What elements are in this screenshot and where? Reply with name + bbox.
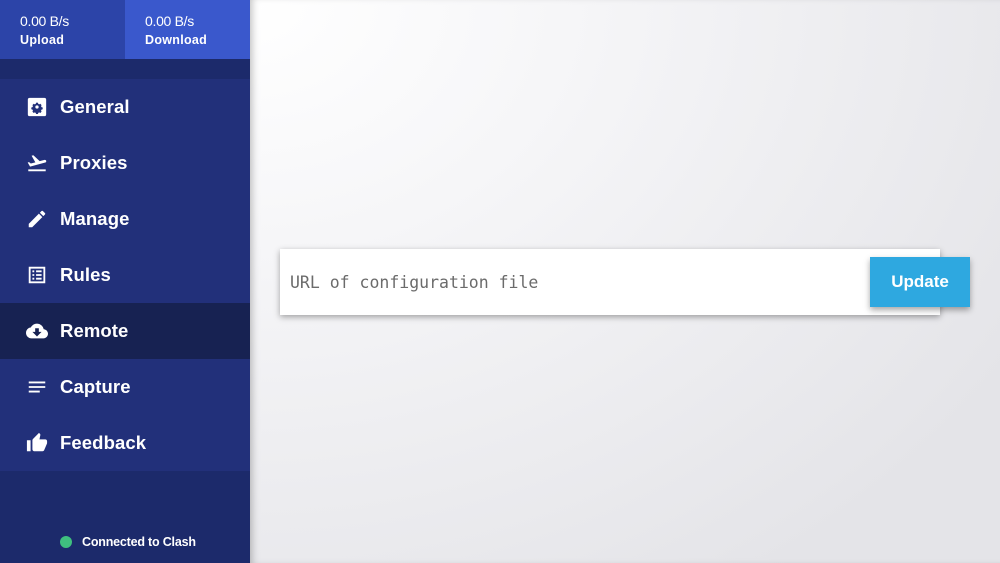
upload-stat: 0.00 B/s Upload [0,0,125,59]
download-stat: 0.00 B/s Download [125,0,250,59]
sidebar-item-label: Manage [60,208,130,229]
sidebar-item-label: Rules [60,264,111,285]
thumbs-up-icon [26,432,48,454]
download-rate: 0.00 B/s [145,13,194,29]
traffic-panel: 0.00 B/s Upload 0.00 B/s Download [0,0,250,59]
sidebar-item-remote[interactable]: Remote [0,303,250,359]
sidebar-item-label: Capture [60,376,131,397]
plane-takeoff-icon [26,152,48,174]
sidebar-item-manage[interactable]: Manage [0,191,250,247]
sidebar-item-label: General [60,96,130,117]
config-url-input[interactable] [280,249,865,315]
status-text: Connected to Clash [82,535,196,549]
sidebar-nav: General Proxies Manage Rules Remote Capt… [0,79,250,471]
sidebar-item-rules[interactable]: Rules [0,247,250,303]
url-card [280,249,940,315]
connection-status: Connected to Clash [60,535,196,549]
sidebar-item-general[interactable]: General [0,79,250,135]
sidebar-item-proxies[interactable]: Proxies [0,135,250,191]
upload-rate: 0.00 B/s [20,13,69,29]
lines-icon [26,376,48,398]
sidebar: 0.00 B/s Upload 0.00 B/s Download Genera… [0,0,250,563]
status-dot [60,536,72,548]
download-label: Download [145,33,208,47]
pencil-icon [26,208,48,230]
sidebar-item-feedback[interactable]: Feedback [0,415,250,471]
cloud-download-icon [26,320,48,342]
update-button[interactable]: Update [870,257,970,307]
sidebar-item-label: Feedback [60,432,147,453]
main-content: Update [250,0,1000,563]
list-icon [26,264,48,286]
gear-icon [26,96,48,118]
sidebar-item-label: Proxies [60,152,128,173]
sidebar-item-capture[interactable]: Capture [0,359,250,415]
sidebar-item-label: Remote [60,320,129,341]
upload-label: Upload [20,33,65,47]
